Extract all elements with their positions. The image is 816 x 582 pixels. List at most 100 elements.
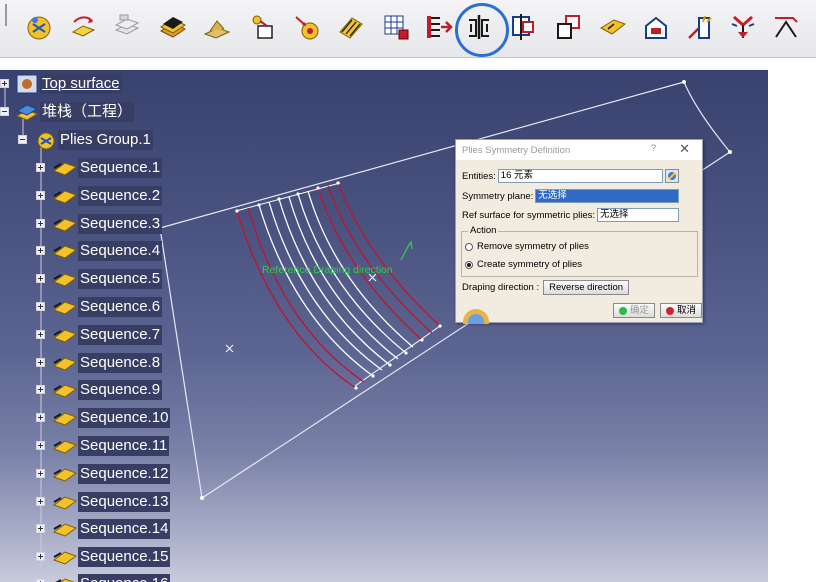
ply-contour-4 <box>268 201 383 371</box>
sequence-icon <box>53 218 77 232</box>
tree-label-sequence: Sequence.5 <box>78 269 163 289</box>
expand-icon[interactable] <box>36 191 45 200</box>
close-button[interactable]: ✕ <box>679 141 690 157</box>
expand-icon[interactable] <box>36 413 45 422</box>
tree-label-sequence: Sequence.4 <box>78 241 163 261</box>
tree-label-sequence: Sequence.8 <box>78 353 163 373</box>
remove-symmetry-option[interactable]: Remove symmetry of plies <box>465 241 589 252</box>
ok-button[interactable]: 确定 <box>613 303 655 318</box>
collapse-icon[interactable] <box>0 107 9 116</box>
tree-label-sequence: Sequence.14 <box>78 519 171 539</box>
core-sample-icon[interactable] <box>201 11 233 43</box>
draping-row: Draping direction : Reverse direction <box>462 280 630 295</box>
materials-icon[interactable] <box>335 11 367 43</box>
sequence-icon <box>53 329 77 343</box>
ply-exploder-icon[interactable] <box>553 11 585 43</box>
sequence-icon <box>53 245 77 259</box>
reverse-direction-button[interactable]: Reverse direction <box>543 280 630 295</box>
cutting-icon[interactable] <box>770 11 802 43</box>
cancel-button[interactable]: 取消 <box>660 303 702 318</box>
tree-label-top-surface: Top surface <box>40 74 122 94</box>
zone-group-icon[interactable] <box>247 11 279 43</box>
expand-icon[interactable] <box>36 552 45 561</box>
producibility-icon[interactable] <box>727 11 759 43</box>
part-icon <box>16 74 38 94</box>
dialog-buttons: 确定 取消 <box>613 303 702 318</box>
ply-contour-11 <box>337 182 441 327</box>
ply-contour-5 <box>278 198 391 366</box>
origin-marker-icon <box>225 344 234 353</box>
expand-icon[interactable] <box>36 302 45 311</box>
tree-label-sequence: Sequence.13 <box>78 492 171 512</box>
expand-icon[interactable] <box>36 524 45 533</box>
draping-direction-field-label: Draping direction : <box>462 282 540 293</box>
draping-direction-label: Reference Draping direction <box>262 264 393 276</box>
create-symmetry-option[interactable]: Create symmetry of plies <box>465 259 582 270</box>
tree-label-sequence: Sequence.10 <box>78 408 171 428</box>
ply-table-icon[interactable] <box>111 11 143 43</box>
check-icon[interactable] <box>597 11 629 43</box>
symmetry-plane-row: Symmetry plane: 无选择 <box>462 189 680 203</box>
expand-icon[interactable] <box>36 246 45 255</box>
expand-icon[interactable] <box>36 163 45 172</box>
plies-group-icon <box>37 132 55 150</box>
entities-field[interactable]: 16 元素 <box>497 169 663 183</box>
tree-label-plies-group: Plies Group.1 <box>58 130 153 150</box>
symmetry-plane-label: Symmetry plane: <box>462 190 534 202</box>
entities-label: Entities: <box>462 170 496 182</box>
ply-contour-2 <box>247 207 365 383</box>
cancel-label: 取消 <box>677 305 697 316</box>
split-plies-icon[interactable] <box>507 11 539 43</box>
symmetry-plane-field[interactable]: 无选择 <box>535 189 680 203</box>
tree-label-sequence: Sequence.2 <box>78 186 163 206</box>
ref-surface-field[interactable]: 无选择 <box>597 208 680 222</box>
tree-label-sequence: Sequence.3 <box>78 214 163 234</box>
ok-icon <box>619 306 627 315</box>
expand-icon[interactable] <box>36 469 45 478</box>
expand-icon[interactable] <box>36 274 45 283</box>
dart-icon[interactable] <box>684 11 716 43</box>
expand-icon[interactable] <box>36 219 45 228</box>
expand-icon[interactable] <box>36 358 45 367</box>
toolbar-grip[interactable] <box>5 4 7 26</box>
tree-label-sequence: Sequence.9 <box>78 380 163 400</box>
expand-icon[interactable] <box>36 441 45 450</box>
expand-icon[interactable] <box>36 497 45 506</box>
numerical-analysis-icon[interactable] <box>423 11 455 43</box>
sequence-icon <box>53 190 77 204</box>
stacking-icon[interactable] <box>157 11 189 43</box>
create-symmetry-label: Create symmetry of plies <box>477 259 583 270</box>
remove-symmetry-radio[interactable] <box>465 242 473 251</box>
limit-contour-icon[interactable] <box>640 11 672 43</box>
transfer-ply-icon[interactable] <box>67 11 99 43</box>
help-button[interactable]: ? <box>651 143 656 154</box>
expand-icon[interactable] <box>36 385 45 394</box>
ref-surface-row: Ref surface for symmetric plies: 无选择 <box>462 208 680 222</box>
ok-label: 确定 <box>630 305 650 316</box>
sequence-icon <box>53 273 77 287</box>
expand-icon[interactable] <box>0 79 9 88</box>
tree-label-sequence: Sequence.16 <box>78 574 171 582</box>
create-symmetry-radio[interactable] <box>465 260 473 269</box>
tree-label-sequence: Sequence.12 <box>78 464 171 484</box>
entities-row: Entities: 16 元素 <box>462 169 679 183</box>
dialog-logo-icon <box>463 309 489 324</box>
remove-symmetry-label: Remove symmetry of plies <box>477 241 589 252</box>
sequence-icon <box>53 468 77 482</box>
composite-ply-icon[interactable] <box>23 11 55 43</box>
ply-table-grid-icon[interactable] <box>380 11 412 43</box>
plies-symmetry-icon[interactable] <box>455 3 509 57</box>
tree-label-sequence: Sequence.1 <box>78 158 163 178</box>
expand-icon[interactable] <box>36 330 45 339</box>
collapse-icon[interactable] <box>18 135 27 144</box>
entities-list-button[interactable] <box>664 169 679 183</box>
plies-symmetry-dialog: Plies Symmetry Definition ? ✕ Entities: … <box>455 139 703 324</box>
dialog-titlebar[interactable]: Plies Symmetry Definition ? ✕ <box>456 140 702 160</box>
tree-label-stacking: 堆栈（工程） <box>40 102 135 122</box>
list-icon <box>667 172 676 180</box>
flatten-icon[interactable] <box>291 11 323 43</box>
stacking-tree-icon <box>16 104 38 121</box>
dialog-title: Plies Symmetry Definition <box>462 144 571 156</box>
ply-contour-3 <box>258 204 374 377</box>
sequence-icon <box>53 496 77 510</box>
